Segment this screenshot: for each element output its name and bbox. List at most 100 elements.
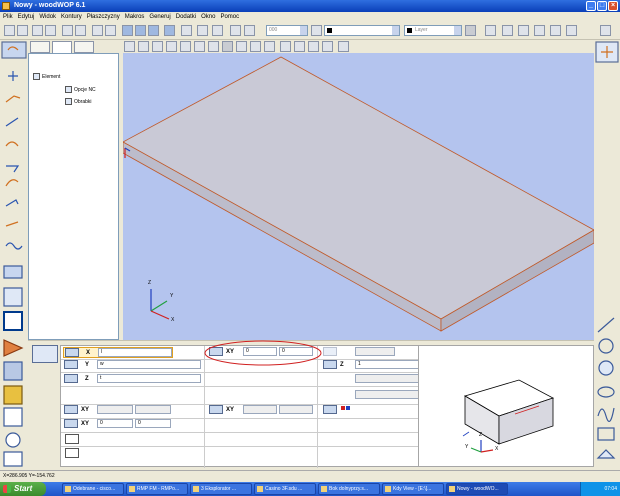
tab-list[interactable] bbox=[74, 41, 94, 53]
dimension-icon[interactable] bbox=[566, 25, 577, 36]
tab-element[interactable] bbox=[52, 41, 72, 53]
z-field[interactable]: t bbox=[97, 374, 201, 383]
tree-tabs bbox=[28, 40, 119, 53]
3d-viewport[interactable]: Z Y X bbox=[123, 53, 594, 340]
color-swatch bbox=[407, 28, 412, 33]
mail-icon bbox=[65, 486, 71, 492]
close-button[interactable]: × bbox=[608, 1, 618, 11]
taskbar-item[interactable]: Bok dolnyprzy.s... bbox=[318, 483, 380, 495]
taskbar-item-active[interactable]: Nowy - woodWO... bbox=[446, 483, 508, 495]
x-row[interactable]: X l bbox=[63, 347, 173, 358]
copy-icon[interactable] bbox=[92, 25, 103, 36]
y-field[interactable]: w bbox=[97, 360, 201, 369]
table-icon[interactable] bbox=[65, 434, 79, 444]
table-icon[interactable] bbox=[65, 448, 79, 458]
cancel-icon[interactable] bbox=[485, 25, 496, 36]
grid-icon[interactable] bbox=[294, 41, 305, 52]
arrow-right-icon[interactable] bbox=[244, 25, 255, 36]
open-icon[interactable] bbox=[32, 25, 43, 36]
view-back-icon[interactable] bbox=[180, 41, 191, 52]
corner-icon[interactable] bbox=[600, 25, 611, 36]
right-tool-palette bbox=[594, 40, 620, 470]
zoom-window-icon[interactable] bbox=[181, 25, 192, 36]
snap-icon[interactable] bbox=[280, 41, 291, 52]
start-button[interactable]: Start bbox=[0, 482, 46, 496]
menu-okno[interactable]: Okno bbox=[201, 14, 215, 20]
xy-y-field[interactable]: 0 bbox=[279, 347, 313, 356]
tab-contours[interactable] bbox=[30, 41, 50, 53]
save-icon[interactable] bbox=[45, 25, 56, 36]
maximize-button[interactable]: □ bbox=[597, 1, 607, 11]
view-bottom-icon[interactable] bbox=[138, 41, 149, 52]
measure-icon[interactable] bbox=[502, 25, 513, 36]
view-3d-icon[interactable] bbox=[122, 25, 133, 36]
taskbar-item[interactable]: Odebrane - cisco... bbox=[62, 483, 124, 495]
number-combo[interactable]: 000 bbox=[266, 25, 308, 36]
view-right-icon[interactable] bbox=[166, 41, 177, 52]
arc-icon[interactable] bbox=[534, 25, 545, 36]
view-iso2-icon[interactable] bbox=[208, 41, 219, 52]
viewport-axis-x: X bbox=[171, 317, 175, 323]
minimize-button[interactable]: _ bbox=[586, 1, 596, 11]
disabled-field-3 bbox=[355, 390, 427, 399]
select-icon[interactable] bbox=[338, 41, 349, 52]
taskbar-item[interactable]: RMP FM - RMPo... bbox=[126, 483, 188, 495]
curve-icon[interactable] bbox=[518, 25, 529, 36]
menu-plik[interactable]: Plik bbox=[3, 14, 13, 20]
menu-kontury[interactable]: Kontury bbox=[61, 14, 82, 20]
settings-icon[interactable] bbox=[465, 25, 476, 36]
xy3-b-field[interactable]: 0 bbox=[135, 419, 171, 428]
preview-axes bbox=[470, 440, 494, 453]
filter-icon[interactable] bbox=[197, 25, 208, 36]
tree-node-opcje-nc[interactable]: Opcje NC bbox=[65, 86, 96, 94]
taskbar-item[interactable]: 3 Eksplorator ... bbox=[190, 483, 252, 495]
color-dot-blue bbox=[346, 406, 350, 410]
xy-x-field[interactable]: 0 bbox=[243, 347, 277, 356]
color-combo[interactable] bbox=[324, 25, 400, 36]
zoom-icon[interactable] bbox=[250, 41, 261, 52]
undo-icon[interactable] bbox=[62, 25, 73, 36]
ortho-icon[interactable] bbox=[308, 41, 319, 52]
tool-icon[interactable] bbox=[311, 25, 322, 36]
redo-icon[interactable] bbox=[75, 25, 86, 36]
chevron-down-icon bbox=[454, 26, 461, 35]
view-left-icon[interactable] bbox=[152, 41, 163, 52]
menu-generuj[interactable]: Generuj bbox=[149, 14, 170, 20]
menu-pomoc[interactable]: Pomoc bbox=[220, 14, 239, 20]
length-icon bbox=[65, 348, 79, 357]
xy-row-3: XY 0 0 bbox=[63, 419, 203, 430]
menu-widok[interactable]: Widok bbox=[39, 14, 56, 20]
point-icon[interactable] bbox=[322, 41, 333, 52]
shade-icon[interactable] bbox=[222, 41, 233, 52]
view-front2-icon[interactable] bbox=[194, 41, 205, 52]
pan-icon[interactable] bbox=[212, 25, 223, 36]
new-file-icon[interactable] bbox=[4, 25, 15, 36]
element-props-icon bbox=[32, 345, 58, 363]
menu-makros[interactable]: Makros bbox=[125, 14, 145, 20]
view-side-icon[interactable] bbox=[148, 25, 159, 36]
zoom-all-icon[interactable] bbox=[264, 41, 275, 52]
color-dot-red bbox=[341, 406, 345, 410]
taskbar-item[interactable]: Kdy View - [E:\]... bbox=[382, 483, 444, 495]
layer-combo[interactable]: Layer bbox=[404, 25, 462, 36]
taskbar-item[interactable]: Casino 3F.sdu ... bbox=[254, 483, 316, 495]
tree-node-obrabki[interactable]: Obrabki bbox=[65, 98, 92, 106]
xy3-a-field[interactable]: 0 bbox=[97, 419, 133, 428]
arrow-left-icon[interactable] bbox=[230, 25, 241, 36]
clock: 07:04 bbox=[604, 486, 617, 492]
tree-node-element[interactable]: Element bbox=[33, 73, 60, 81]
tool-row bbox=[321, 405, 431, 416]
rotate-icon[interactable] bbox=[550, 25, 561, 36]
menu-edytuj[interactable]: Edytuj bbox=[18, 14, 35, 20]
menu-dodatki[interactable]: Dodatki bbox=[176, 14, 196, 20]
disabled-icon bbox=[323, 347, 337, 356]
x-field[interactable]: l bbox=[98, 348, 172, 357]
view-top-icon[interactable] bbox=[124, 41, 135, 52]
view-iso-icon[interactable] bbox=[164, 25, 175, 36]
paste-icon[interactable] bbox=[105, 25, 116, 36]
new-element-icon[interactable] bbox=[17, 25, 28, 36]
wire-icon[interactable] bbox=[236, 41, 247, 52]
z-offset-field[interactable]: 1 bbox=[355, 360, 427, 369]
menu-plaszczyzny[interactable]: Płaszczyzny bbox=[87, 14, 120, 20]
view-front-icon[interactable] bbox=[135, 25, 146, 36]
